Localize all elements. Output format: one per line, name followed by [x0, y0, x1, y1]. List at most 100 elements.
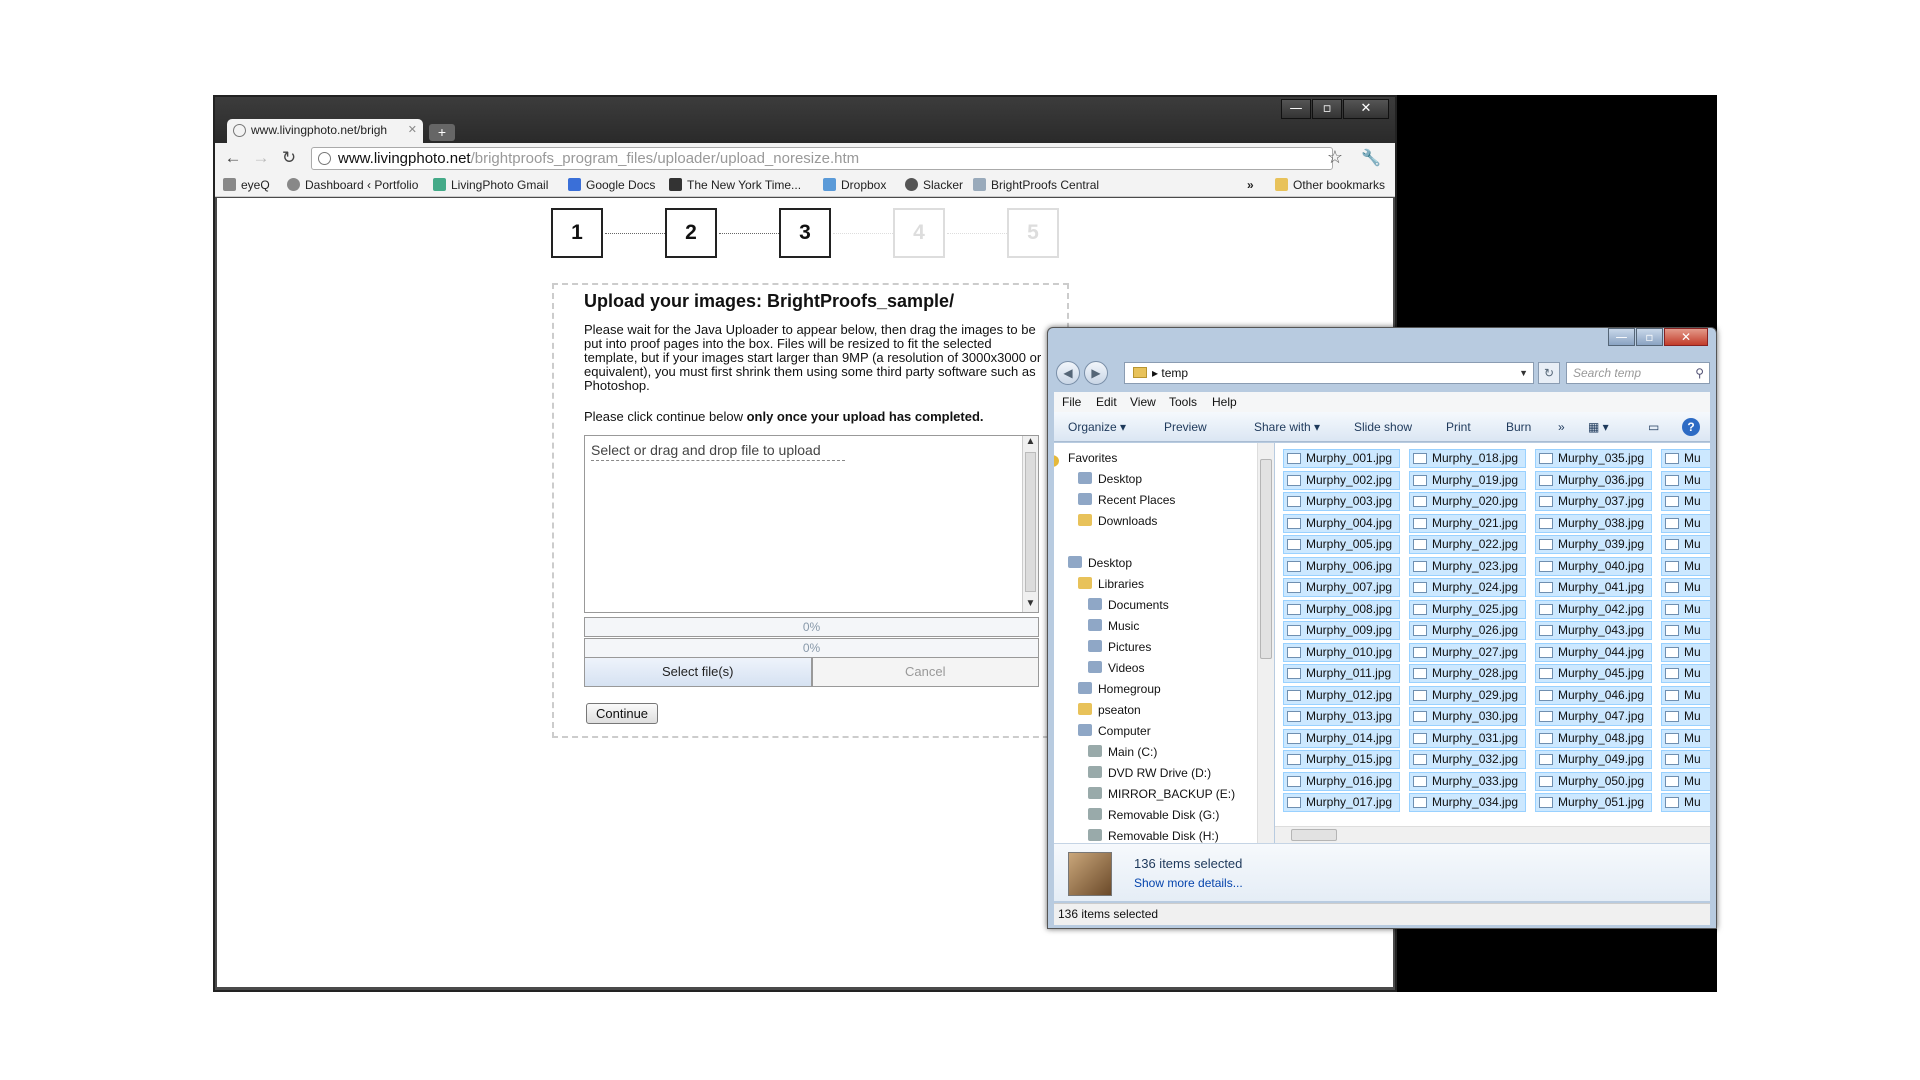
- bookmark-item[interactable]: Google Docs: [568, 178, 655, 192]
- nav-computer[interactable]: Computer: [1078, 724, 1151, 738]
- file-item[interactable]: Murphy_040.jpg: [1535, 556, 1652, 576]
- nav-user-folder[interactable]: pseaton: [1078, 703, 1141, 717]
- nav-desktop-root[interactable]: Desktop: [1068, 556, 1132, 570]
- file-item[interactable]: Murphy_014.jpg: [1283, 728, 1400, 748]
- file-item[interactable]: Murphy_047.jpg: [1535, 707, 1652, 726]
- minimize-button[interactable]: —: [1281, 99, 1311, 119]
- menu-tools[interactable]: Tools: [1169, 395, 1197, 409]
- more-commands[interactable]: »: [1558, 420, 1565, 434]
- cancel-button[interactable]: Cancel: [811, 657, 1039, 687]
- browser-tab[interactable]: www.livingphoto.net/brigh ✕: [227, 119, 423, 143]
- burn-button[interactable]: Burn: [1506, 420, 1531, 434]
- file-item[interactable]: Murphy_002.jpg: [1283, 470, 1400, 490]
- back-arrow-icon[interactable]: ◀: [1056, 361, 1080, 385]
- scroll-down-icon[interactable]: ▼: [1023, 598, 1038, 612]
- nav-downloads[interactable]: Downloads: [1078, 514, 1157, 528]
- file-item[interactable]: Mu: [1661, 599, 1710, 619]
- menu-edit[interactable]: Edit: [1096, 395, 1117, 409]
- menu-help[interactable]: Help: [1212, 395, 1237, 409]
- file-item[interactable]: Murphy_027.jpg: [1409, 642, 1526, 662]
- file-item[interactable]: Mu: [1661, 685, 1710, 705]
- file-item[interactable]: Murphy_029.jpg: [1409, 685, 1526, 705]
- file-item[interactable]: Mu: [1661, 492, 1710, 511]
- wrench-icon[interactable]: 🔧: [1361, 148, 1381, 168]
- file-item[interactable]: Mu: [1661, 750, 1710, 769]
- bookmark-item[interactable]: The New York Time...: [669, 178, 801, 192]
- file-item[interactable]: Murphy_003.jpg: [1283, 492, 1400, 511]
- nav-drive-g[interactable]: Removable Disk (G:): [1088, 808, 1219, 822]
- file-item[interactable]: Murphy_019.jpg: [1409, 470, 1526, 490]
- file-item[interactable]: Mu: [1661, 728, 1710, 748]
- file-drop-area[interactable]: Select or drag and drop file to upload ▲…: [584, 435, 1039, 613]
- file-item[interactable]: Mu: [1661, 707, 1710, 726]
- forward-arrow-icon[interactable]: ▶: [1084, 361, 1108, 385]
- file-item[interactable]: Murphy_044.jpg: [1535, 642, 1652, 662]
- file-item[interactable]: Murphy_025.jpg: [1409, 599, 1526, 619]
- print-button[interactable]: Print: [1446, 420, 1471, 434]
- file-item[interactable]: Murphy_006.jpg: [1283, 556, 1400, 576]
- file-item[interactable]: Murphy_048.jpg: [1535, 728, 1652, 748]
- file-item[interactable]: Murphy_039.jpg: [1535, 535, 1652, 554]
- file-item[interactable]: Murphy_022.jpg: [1409, 535, 1526, 554]
- file-item[interactable]: Mu: [1661, 771, 1710, 791]
- nav-drive-e[interactable]: MIRROR_BACKUP (E:): [1088, 787, 1235, 801]
- file-item[interactable]: Murphy_018.jpg: [1409, 449, 1526, 468]
- file-item[interactable]: Murphy_030.jpg: [1409, 707, 1526, 726]
- bookmark-item[interactable]: Slacker: [905, 178, 963, 192]
- file-item[interactable]: Mu: [1661, 664, 1710, 683]
- nav-desktop[interactable]: Desktop: [1078, 472, 1142, 486]
- other-bookmarks[interactable]: Other bookmarks: [1275, 178, 1385, 192]
- file-item[interactable]: Murphy_023.jpg: [1409, 556, 1526, 576]
- file-item[interactable]: Murphy_016.jpg: [1283, 771, 1400, 791]
- back-arrow-icon[interactable]: ←: [223, 148, 243, 168]
- nav-drive-h[interactable]: Removable Disk (H:): [1088, 829, 1219, 843]
- file-item[interactable]: Murphy_050.jpg: [1535, 771, 1652, 791]
- file-item[interactable]: Murphy_035.jpg: [1535, 449, 1652, 468]
- file-item[interactable]: Murphy_045.jpg: [1535, 664, 1652, 683]
- file-item[interactable]: Murphy_021.jpg: [1409, 513, 1526, 533]
- nav-music[interactable]: Music: [1088, 619, 1139, 633]
- chevron-down-icon[interactable]: ▼: [1519, 363, 1528, 383]
- file-item[interactable]: Murphy_038.jpg: [1535, 513, 1652, 533]
- nav-recent-places[interactable]: Recent Places: [1078, 493, 1175, 507]
- file-item[interactable]: Murphy_049.jpg: [1535, 750, 1652, 769]
- horizontal-scrollbar[interactable]: [1275, 826, 1710, 843]
- bookmark-item[interactable]: Dropbox: [823, 178, 886, 192]
- slide-show-button[interactable]: Slide show: [1354, 420, 1412, 434]
- bookmarks-overflow[interactable]: »: [1247, 178, 1254, 192]
- view-options-icon[interactable]: ▦ ▾: [1588, 420, 1609, 434]
- file-item[interactable]: Murphy_046.jpg: [1535, 685, 1652, 705]
- file-item[interactable]: Murphy_042.jpg: [1535, 599, 1652, 619]
- file-item[interactable]: Murphy_034.jpg: [1409, 793, 1526, 812]
- file-item[interactable]: Murphy_033.jpg: [1409, 771, 1526, 791]
- file-item[interactable]: Mu: [1661, 556, 1710, 576]
- scroll-up-icon[interactable]: ▲: [1023, 436, 1038, 450]
- show-more-details-link[interactable]: Show more details...: [1134, 876, 1243, 890]
- file-item[interactable]: Mu: [1661, 535, 1710, 554]
- nav-homegroup[interactable]: Homegroup: [1078, 682, 1161, 696]
- nav-libraries[interactable]: Libraries: [1078, 577, 1144, 591]
- tab-close-icon[interactable]: ✕: [408, 123, 417, 136]
- file-item[interactable]: Mu: [1661, 470, 1710, 490]
- file-item[interactable]: Murphy_010.jpg: [1283, 642, 1400, 662]
- nav-drive-d[interactable]: DVD RW Drive (D:): [1088, 766, 1211, 780]
- file-item[interactable]: Murphy_012.jpg: [1283, 685, 1400, 705]
- file-item[interactable]: Murphy_017.jpg: [1283, 793, 1400, 812]
- bookmark-item[interactable]: LivingPhoto Gmail: [433, 178, 548, 192]
- organize-button[interactable]: Organize ▾: [1068, 420, 1126, 434]
- close-button[interactable]: ✕: [1664, 328, 1708, 346]
- file-item[interactable]: Mu: [1661, 621, 1710, 640]
- file-item[interactable]: Murphy_004.jpg: [1283, 513, 1400, 533]
- file-item[interactable]: Murphy_015.jpg: [1283, 750, 1400, 769]
- bookmark-item[interactable]: eyeQ: [223, 178, 270, 192]
- close-button[interactable]: ✕: [1343, 99, 1389, 119]
- minimize-button[interactable]: —: [1608, 328, 1635, 346]
- file-item[interactable]: Mu: [1661, 793, 1710, 812]
- preview-button[interactable]: Preview: [1164, 420, 1207, 434]
- select-files-button[interactable]: Select file(s): [584, 657, 812, 687]
- file-item[interactable]: Murphy_005.jpg: [1283, 535, 1400, 554]
- refresh-icon[interactable]: ↻: [1538, 362, 1560, 384]
- file-item[interactable]: Mu: [1661, 513, 1710, 533]
- reload-icon[interactable]: ↻: [279, 148, 299, 168]
- scroll-thumb[interactable]: [1260, 459, 1272, 659]
